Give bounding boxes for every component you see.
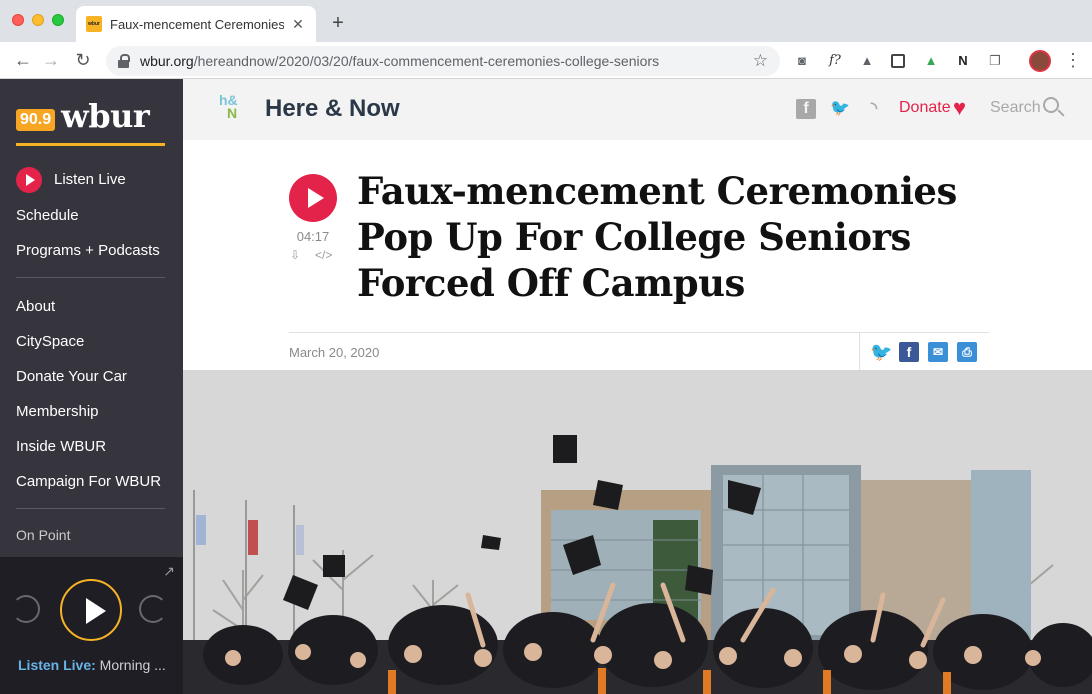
browser-toolbar: ← → ↻ wbur.org/hereandnow/2020/03/20/fau… bbox=[0, 42, 1092, 79]
rewind-icon[interactable] bbox=[12, 595, 40, 623]
forward-skip-icon[interactable] bbox=[139, 595, 167, 623]
donate-link[interactable]: Donate bbox=[899, 99, 951, 117]
embed-icon[interactable]: </> bbox=[315, 248, 332, 262]
logo-frequency: 90.9 bbox=[16, 109, 56, 131]
search-icon[interactable] bbox=[1043, 97, 1059, 113]
sidebar-item-programs[interactable]: Programs + Podcasts bbox=[16, 242, 160, 259]
meta-divider bbox=[289, 332, 989, 333]
sidebar-divider bbox=[16, 508, 165, 509]
search-link[interactable]: Search bbox=[990, 99, 1041, 117]
sidebar-item-about[interactable]: About bbox=[16, 298, 55, 315]
browser-tabbar: wbur Faux-mencement Ceremonies ✕ + bbox=[0, 0, 1092, 42]
download-icon[interactable]: ⇩ bbox=[290, 248, 300, 262]
expand-icon[interactable]: ↗ bbox=[163, 563, 175, 580]
sidebar-item-membership[interactable]: Membership bbox=[16, 403, 99, 420]
facebook-icon[interactable]: f bbox=[796, 99, 816, 119]
sidebar-item-cityspace[interactable]: CitySpace bbox=[16, 333, 84, 350]
url-host: wbur.org bbox=[140, 53, 194, 69]
player-status-label: Listen Live: bbox=[18, 657, 96, 673]
close-window-button[interactable] bbox=[12, 14, 24, 26]
player-play-button[interactable] bbox=[60, 579, 122, 641]
show-header: h& N Here & Now f 🐦 ◝ Donate ♥ Search bbox=[183, 79, 1092, 140]
wbur-favicon-icon: wbur bbox=[86, 16, 102, 32]
article-date: March 20, 2020 bbox=[289, 345, 380, 360]
graduation-photo bbox=[183, 370, 1092, 694]
share-print-icon[interactable]: ⎙ bbox=[957, 342, 977, 362]
logo-underline bbox=[16, 143, 165, 146]
hero-photo bbox=[183, 370, 1092, 694]
logo-wordmark: wbur bbox=[61, 97, 150, 135]
sidebar-item-campaign[interactable]: Campaign For WBUR bbox=[16, 473, 161, 490]
sidebar-divider bbox=[16, 277, 165, 278]
sidebar-item-schedule[interactable]: Schedule bbox=[16, 207, 79, 224]
twitter-icon[interactable]: 🐦 bbox=[830, 99, 850, 119]
article-headline: Faux-mencement Ceremonies Pop Up For Col… bbox=[357, 169, 957, 305]
maximize-window-button[interactable] bbox=[52, 14, 64, 26]
live-player: ↗ Listen Live: Morning ... bbox=[0, 557, 183, 694]
google-drive-icon[interactable]: ▲ bbox=[921, 51, 941, 71]
wbur-logo[interactable]: 90.9 wbur bbox=[16, 97, 150, 135]
browser-tab[interactable]: wbur Faux-mencement Ceremonies ✕ bbox=[76, 6, 316, 42]
show-title[interactable]: Here & Now bbox=[265, 95, 400, 123]
player-status-text: Morning ... bbox=[95, 657, 166, 673]
share-facebook-icon[interactable]: f bbox=[899, 342, 919, 362]
window-icon[interactable] bbox=[891, 54, 905, 68]
back-icon[interactable]: ← bbox=[12, 49, 34, 71]
new-tab-button[interactable]: + bbox=[326, 11, 350, 35]
notion-icon[interactable]: N bbox=[953, 51, 973, 71]
audio-duration: 04:17 bbox=[296, 229, 330, 244]
tab-title: Faux-mencement Ceremonies bbox=[110, 16, 284, 32]
reload-icon[interactable]: ↻ bbox=[72, 49, 94, 71]
minimize-window-button[interactable] bbox=[32, 14, 44, 26]
audio-play-button[interactable] bbox=[289, 174, 337, 222]
forward-icon[interactable]: → bbox=[40, 49, 62, 71]
site-sidebar: 90.9 wbur Listen Live Schedule Programs … bbox=[0, 79, 183, 694]
listen-live-play-icon[interactable] bbox=[16, 167, 42, 193]
listen-live-link[interactable]: Listen Live bbox=[54, 171, 126, 188]
sidebar-item-donate-car[interactable]: Donate Your Car bbox=[16, 368, 127, 385]
meta-vertical-divider bbox=[859, 332, 860, 370]
heart-icon[interactable]: ♥ bbox=[953, 95, 966, 121]
sidebar-item-inside-wbur[interactable]: Inside WBUR bbox=[16, 438, 106, 455]
star-icon[interactable]: ☆ bbox=[753, 51, 768, 71]
menu-icon[interactable]: ⋮ bbox=[1063, 50, 1083, 71]
here-and-now-logo[interactable]: h& N bbox=[219, 93, 243, 126]
sidebar-item-on-point[interactable]: On Point bbox=[16, 527, 70, 543]
logo-n: N bbox=[227, 105, 238, 121]
url-text[interactable]: wbur.org/hereandnow/2020/03/20/faux-comm… bbox=[140, 53, 753, 69]
url-path: /hereandnow/2020/03/20/faux-commencement… bbox=[193, 53, 660, 69]
player-status[interactable]: Listen Live: Morning ... bbox=[18, 657, 168, 673]
address-bar[interactable]: wbur.org/hereandnow/2020/03/20/faux-comm… bbox=[106, 46, 780, 76]
fontface-icon[interactable]: f? bbox=[825, 51, 845, 71]
tab-close-icon[interactable]: ✕ bbox=[290, 16, 306, 33]
profile-avatar[interactable] bbox=[1029, 50, 1051, 72]
share-email-icon[interactable]: ✉ bbox=[928, 342, 948, 362]
copy-icon[interactable]: ❐ bbox=[985, 51, 1005, 71]
camera-icon[interactable]: ◙ bbox=[792, 51, 812, 71]
lock-icon bbox=[118, 54, 130, 68]
rss-icon[interactable]: ◝ bbox=[864, 99, 884, 119]
share-twitter-icon[interactable]: 🐦 bbox=[870, 342, 892, 362]
drive-icon[interactable]: ▲ bbox=[857, 51, 877, 71]
